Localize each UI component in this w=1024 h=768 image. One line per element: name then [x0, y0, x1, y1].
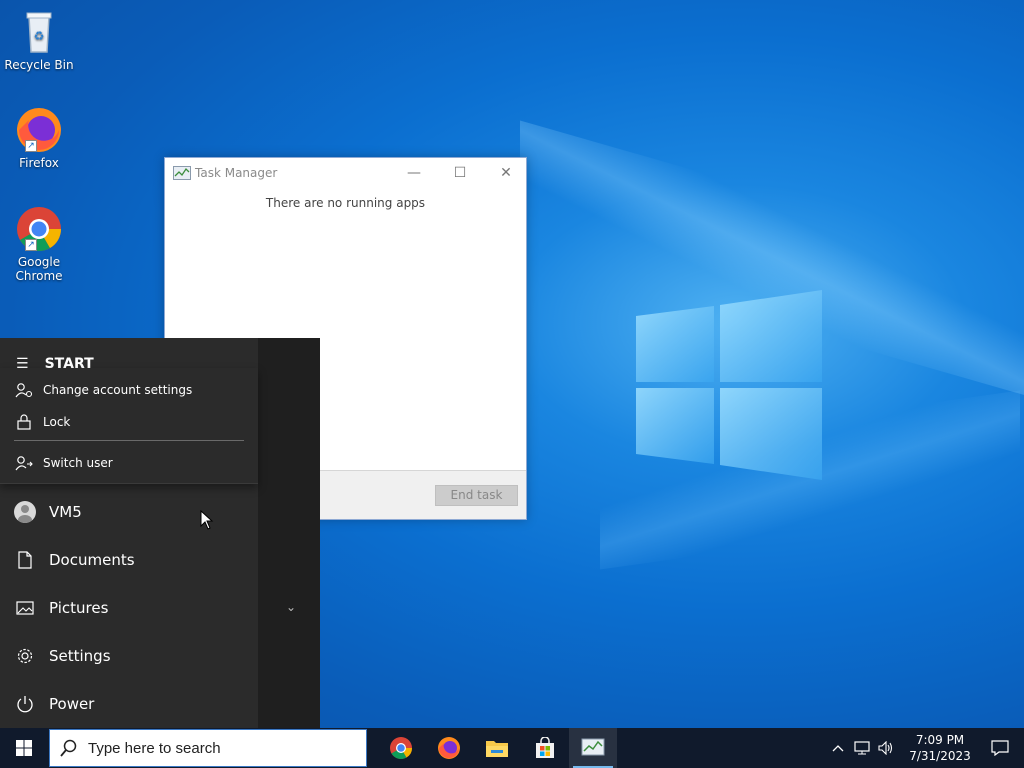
maximize-button[interactable]: ☐: [437, 158, 483, 188]
firefox-icon: [438, 737, 460, 759]
svg-text:♻: ♻: [34, 29, 45, 43]
mouse-cursor-icon: [200, 510, 214, 530]
recycle-bin-icon: ♻: [15, 8, 63, 56]
clock-date: 7/31/2023: [909, 749, 971, 763]
desktop-icon-label: Recycle Bin: [4, 58, 74, 72]
switch-user-icon: [14, 454, 34, 472]
no-apps-message: There are no running apps: [265, 196, 426, 210]
file-explorer-icon: [486, 741, 508, 757]
taskbar-search-box[interactable]: Type here to search: [49, 729, 367, 767]
taskbar-app-task-manager[interactable]: [569, 728, 617, 768]
shortcut-arrow-icon: ↗: [25, 140, 37, 152]
account-menu-popup: Change account settings Lock Switch user: [0, 368, 258, 484]
window-title: Task Manager: [195, 166, 278, 180]
user-avatar-icon: [14, 501, 36, 523]
start-item-documents[interactable]: Documents: [14, 549, 135, 571]
notification-center-button[interactable]: [976, 728, 1024, 768]
shortcut-arrow-icon: ↗: [25, 239, 37, 251]
chrome-icon: [390, 737, 412, 759]
start-button[interactable]: [0, 728, 48, 768]
taskbar-app-chrome[interactable]: [377, 728, 425, 768]
task-manager-icon: [581, 738, 605, 756]
start-item-pictures[interactable]: Pictures: [14, 597, 108, 619]
chevron-down-icon[interactable]: ⌄: [286, 600, 296, 614]
notification-icon: [991, 740, 1009, 756]
chrome-icon: ↗: [15, 205, 63, 253]
taskbar: Type here to search 7:09 PM 7/31/2023: [0, 728, 1024, 768]
start-item-label: Settings: [49, 647, 111, 665]
search-placeholder: Type here to search: [88, 739, 221, 757]
start-item-label: Documents: [49, 551, 135, 569]
start-item-power[interactable]: Power: [14, 693, 94, 715]
desktop-icon-label: Firefox: [19, 156, 59, 170]
power-icon: [14, 693, 36, 715]
account-menu-change-settings[interactable]: Change account settings: [14, 381, 192, 399]
system-tray: 7:09 PM 7/31/2023: [826, 728, 1024, 768]
taskbar-clock[interactable]: 7:09 PM 7/31/2023: [904, 732, 976, 764]
windows-logo-wallpaper: [636, 290, 822, 480]
document-icon: [14, 549, 36, 571]
start-item-user-vm5[interactable]: VM5: [14, 501, 82, 523]
start-menu: ☰ START Change account settings Lock Swi…: [0, 338, 320, 728]
account-menu-lock[interactable]: Lock: [14, 413, 70, 431]
taskbar-app-store[interactable]: [521, 728, 569, 768]
close-button[interactable]: ✕: [483, 158, 529, 188]
network-icon[interactable]: [850, 728, 874, 768]
desktop-icon-recycle-bin[interactable]: ♻ Recycle Bin: [4, 8, 74, 72]
account-settings-icon: [14, 381, 34, 399]
avatar: [14, 501, 36, 523]
account-menu-label: Switch user: [43, 456, 113, 470]
start-item-label: VM5: [49, 503, 82, 521]
account-menu-switch-user[interactable]: Switch user: [14, 454, 113, 472]
title-bar[interactable]: Task Manager — ☐ ✕: [165, 158, 526, 188]
gear-icon: [14, 645, 36, 667]
start-item-label: Pictures: [49, 599, 109, 617]
start-item-settings[interactable]: Settings: [14, 645, 111, 667]
desktop-icon-firefox[interactable]: ↗ Firefox: [4, 106, 74, 170]
minimize-button[interactable]: —: [391, 158, 437, 188]
volume-icon[interactable]: [874, 728, 898, 768]
desktop-icon-google-chrome[interactable]: ↗ Google Chrome: [4, 205, 74, 283]
clock-time: 7:09 PM: [915, 733, 965, 747]
taskbar-app-file-explorer[interactable]: [473, 728, 521, 768]
desktop-icon-label: Google Chrome: [15, 255, 63, 283]
search-icon: [50, 739, 88, 757]
account-menu-label: Lock: [43, 415, 71, 429]
pictures-icon: [14, 597, 36, 619]
start-menu-tiles-area: [258, 338, 320, 728]
account-menu-label: Change account settings: [43, 383, 193, 397]
store-icon: [536, 737, 554, 758]
lock-icon: [14, 413, 34, 431]
end-task-button[interactable]: End task: [435, 485, 518, 506]
task-manager-icon: [173, 166, 191, 180]
firefox-icon: ↗: [15, 106, 63, 154]
windows-icon: [16, 740, 32, 756]
start-item-label: Power: [49, 695, 95, 713]
taskbar-app-firefox[interactable]: [425, 728, 473, 768]
account-menu-divider: [14, 440, 244, 441]
chevron-up-icon[interactable]: [826, 728, 850, 768]
